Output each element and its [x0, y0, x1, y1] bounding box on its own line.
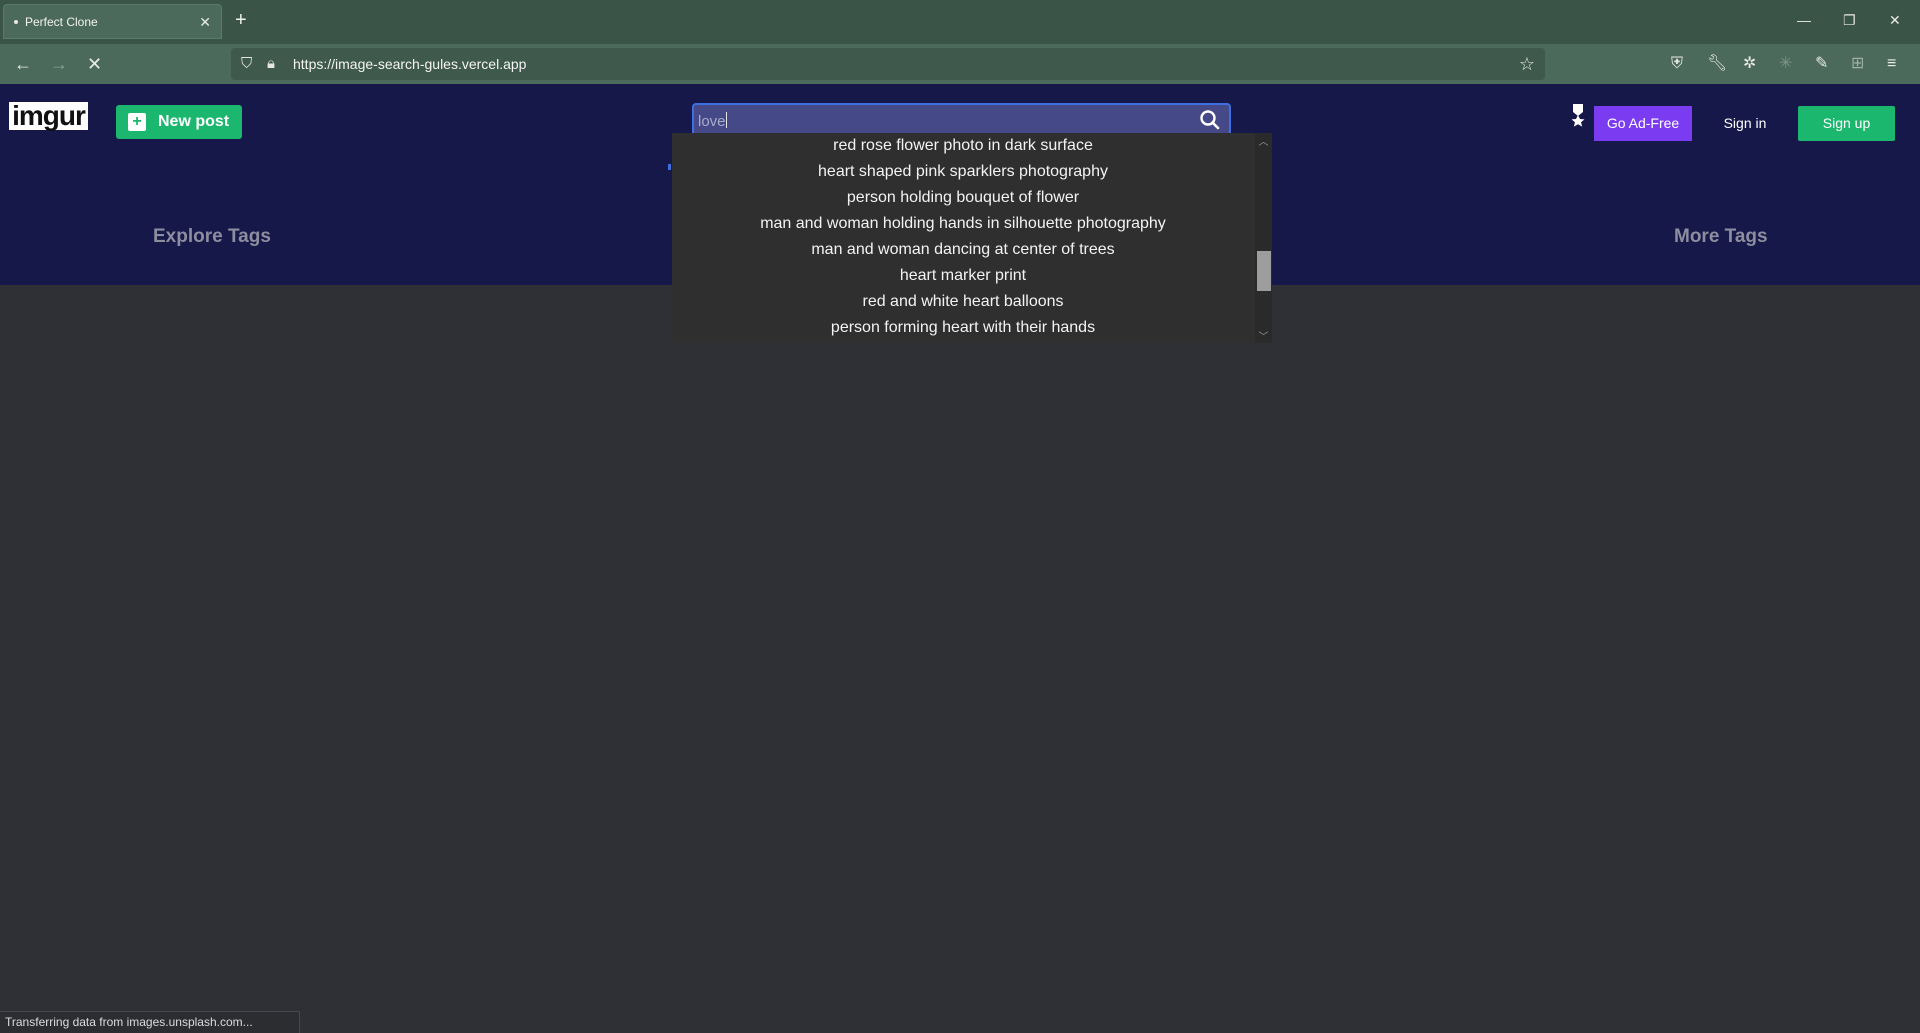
imgur-logo[interactable]: imgur	[9, 102, 88, 130]
suggestion-item[interactable]: red rose flower photo in dark surface	[672, 133, 1272, 159]
browser-nav-bar: ← → ✕ ⛉ 🔒︎ https://image-search-gules.ve…	[0, 44, 1920, 84]
more-tags-link[interactable]: More Tags	[1674, 226, 1768, 248]
grid-extension-icon[interactable]: ⊞	[1851, 54, 1864, 74]
suggestion-item[interactable]: red and white heart balloons	[672, 289, 1272, 315]
search-icon[interactable]	[1197, 107, 1223, 133]
text-caret	[725, 112, 727, 128]
go-ad-free-button[interactable]: Go Ad-Free	[1594, 106, 1692, 141]
suggestion-item[interactable]: person forming heart with their hands	[672, 315, 1272, 341]
window-close-icon[interactable]: ✕	[1889, 12, 1901, 28]
shield-icon[interactable]: ⛉	[241, 55, 252, 73]
minimize-icon[interactable]: —	[1797, 12, 1811, 28]
suggestion-item[interactable]: heart shaped pink sparklers photography	[672, 159, 1272, 185]
extension-gear-icon[interactable]: ✲	[1743, 54, 1756, 74]
close-tab-icon[interactable]: ✕	[199, 15, 211, 29]
scroll-up-icon[interactable]: ︿	[1255, 133, 1272, 148]
suggestion-item[interactable]: man and woman dancing at center of trees	[672, 237, 1272, 263]
scroll-down-icon[interactable]: ﹀	[1255, 328, 1272, 343]
search-input[interactable]: love	[692, 103, 1231, 137]
browser-tab[interactable]: Perfect Clone ✕	[3, 4, 222, 39]
sign-up-button[interactable]: Sign up	[1798, 106, 1895, 141]
search-query-text: love	[698, 113, 726, 130]
restore-icon[interactable]: ❐	[1843, 12, 1856, 28]
wrench-icon[interactable]: 🔧︎	[1707, 54, 1727, 74]
forward-icon[interactable]: →	[50, 54, 68, 74]
bookmark-star-icon[interactable]: ☆	[1519, 54, 1535, 75]
new-post-button[interactable]: + New post	[116, 105, 242, 139]
search-value[interactable]: love	[698, 112, 727, 130]
tab-loading-icon	[14, 19, 18, 24]
award-badge-icon[interactable]	[1568, 104, 1588, 128]
extension-icon[interactable]: ✳	[1779, 54, 1792, 74]
new-tab-icon[interactable]: +	[235, 10, 247, 30]
sign-in-button[interactable]: Sign in	[1707, 106, 1783, 141]
plus-icon: +	[128, 113, 146, 131]
explore-tags-heading[interactable]: Explore Tags	[153, 226, 271, 248]
tab-title: Perfect Clone	[25, 14, 98, 29]
back-icon[interactable]: ←	[14, 54, 32, 74]
menu-icon[interactable]: ≡	[1887, 54, 1896, 74]
suggestion-item[interactable]: person holding bouquet of flower	[672, 185, 1272, 211]
eyedropper-icon[interactable]: ✎	[1815, 54, 1828, 74]
suggestion-item[interactable]: heart marker print	[672, 263, 1272, 289]
lock-icon[interactable]: 🔒︎	[267, 55, 275, 73]
address-bar[interactable]: ⛉ 🔒︎ https://image-search-gules.vercel.a…	[231, 48, 1545, 80]
dropdown-scrollbar[interactable]: ︿ ﹀	[1255, 133, 1272, 343]
suggestion-item[interactable]: man and woman holding hands in silhouett…	[672, 211, 1272, 237]
browser-tab-bar: Perfect Clone ✕ + — ❐ ✕	[0, 0, 1920, 44]
new-post-label: New post	[158, 113, 230, 130]
search-suggestions-dropdown: red rose flower photo in dark surface he…	[672, 133, 1272, 343]
url-text[interactable]: https://image-search-gules.vercel.app	[293, 56, 526, 72]
focus-mark	[668, 164, 671, 170]
browser-status-bar: Transferring data from images.unsplash.c…	[0, 1011, 300, 1033]
stop-loading-icon[interactable]: ✕	[87, 54, 102, 74]
scrollbar-thumb[interactable]	[1257, 251, 1271, 291]
pocket-icon[interactable]: ⛨	[1671, 54, 1683, 74]
